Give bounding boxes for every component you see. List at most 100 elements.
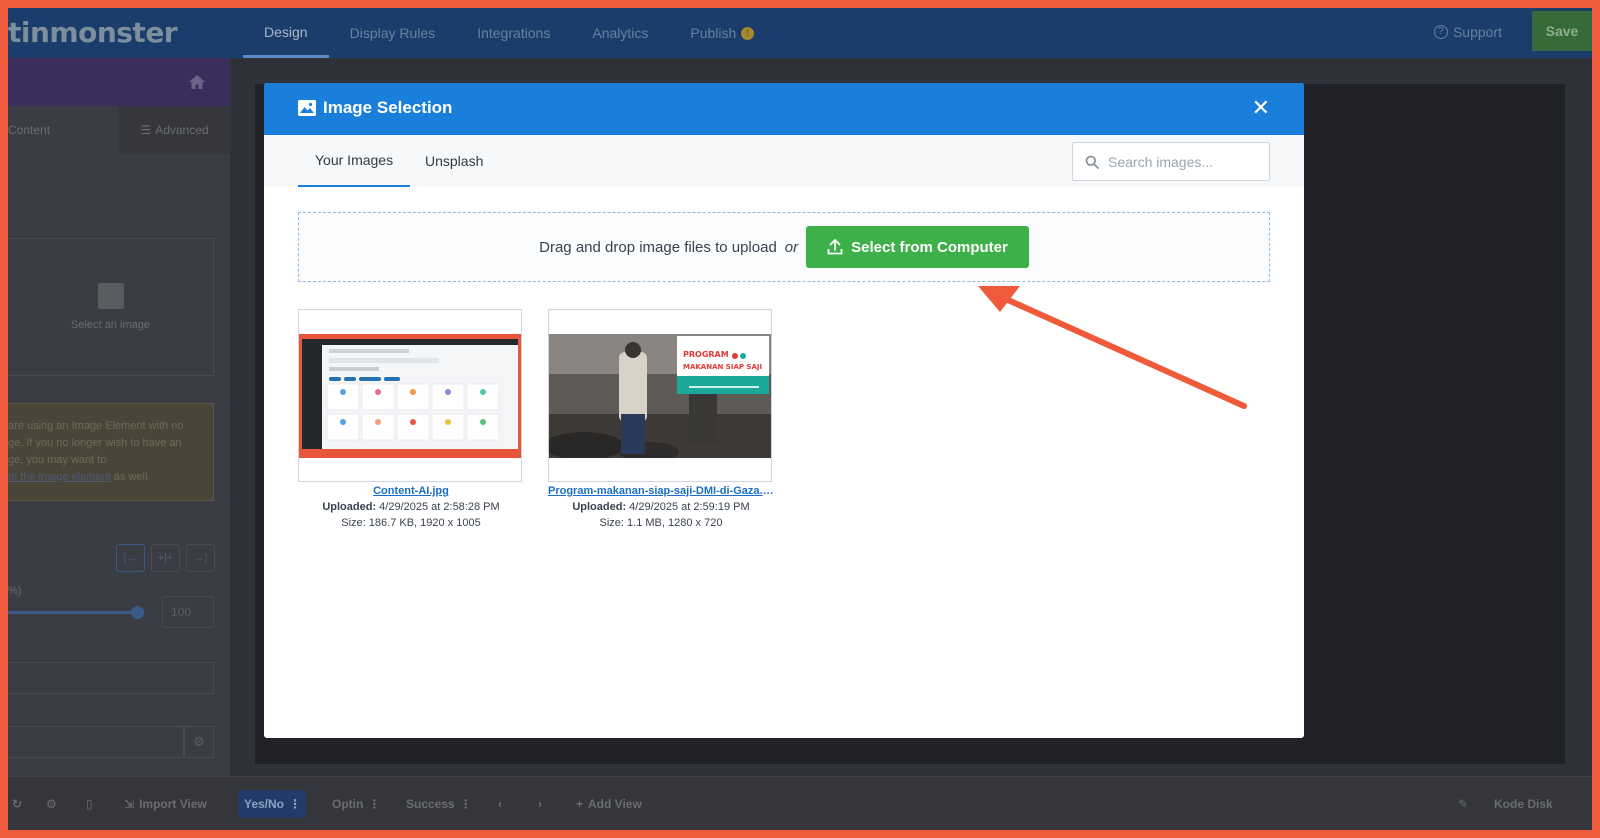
image-selection-modal: Image Selection ✕ Your Images Unsplash D… bbox=[264, 83, 1304, 738]
image-meta: Program-makanan-siap-saji-DMI-di-Gaza.p.… bbox=[548, 483, 774, 531]
thumbnail-preview-program-makanan: PROGRAM MAKANAN SIAP SAJI bbox=[549, 334, 771, 458]
tab-unsplash[interactable]: Unsplash bbox=[408, 135, 500, 187]
uploaded-value: 4/29/2025 at 2:58:28 PM bbox=[379, 501, 500, 513]
image-filename-link[interactable]: Content-AI.jpg bbox=[298, 483, 524, 499]
add-view-button[interactable]: + Add View bbox=[576, 790, 642, 818]
uploaded-value: 4/29/2025 at 2:59:19 PM bbox=[629, 501, 750, 513]
width-percent-label: %) bbox=[8, 585, 22, 597]
tab-display-rules[interactable]: Display Rules bbox=[329, 8, 457, 58]
refresh-icon[interactable]: ↻ bbox=[12, 790, 22, 818]
view-success[interactable]: Success ⋮ bbox=[406, 790, 472, 818]
help-circle-icon: ? bbox=[1433, 25, 1448, 39]
chevron-left-icon[interactable]: ‹ bbox=[498, 790, 502, 818]
banner-text: PROGRAM MAKANAN SIAP SAJI bbox=[683, 349, 763, 373]
sliders-icon: ☰ bbox=[140, 123, 152, 137]
view-label: Success bbox=[406, 797, 455, 811]
chevron-right-icon[interactable]: › bbox=[538, 790, 542, 818]
search-icon bbox=[1085, 155, 1099, 169]
support-label: Support bbox=[1452, 24, 1502, 40]
upload-icon bbox=[827, 239, 843, 255]
tab-your-images[interactable]: Your Images bbox=[298, 135, 411, 187]
tab-analytics[interactable]: Analytics bbox=[571, 8, 669, 58]
sidebar-tab-advanced-label: Advanced bbox=[155, 123, 209, 137]
app-frame: tinmonster Design Display Rules Integrat… bbox=[8, 8, 1592, 830]
dropzone-or: or bbox=[784, 238, 799, 256]
image-filename-link[interactable]: Program-makanan-siap-saji-DMI-di-Gaza.p.… bbox=[548, 483, 774, 499]
search-input[interactable] bbox=[1108, 153, 1258, 170]
tab-integrations[interactable]: Integrations bbox=[456, 8, 571, 58]
text-field[interactable] bbox=[8, 726, 184, 758]
add-view-label: Add View bbox=[588, 797, 642, 811]
sidebar-tab-advanced[interactable]: ☰ Advanced bbox=[119, 106, 230, 154]
image-size: Size: 1.1 MB, 1280 x 720 bbox=[599, 517, 723, 529]
sidebar-header bbox=[8, 58, 230, 106]
settings-gear-icon[interactable]: ⚙ bbox=[46, 790, 57, 818]
more-vertical-icon[interactable]: ⋮ bbox=[460, 797, 472, 811]
notice-line: te the image element as well. bbox=[8, 469, 207, 486]
notice-line: ge. If you no longer wish to have an bbox=[8, 437, 182, 449]
select-from-computer-button[interactable]: Select from Computer bbox=[806, 226, 1029, 268]
editor-sidebar: Content ☰ Advanced Select an image are u… bbox=[8, 58, 238, 776]
align-left-button[interactable]: |← bbox=[116, 544, 145, 572]
uploaded-label: Uploaded: bbox=[322, 501, 377, 513]
modal-tabs: Your Images Unsplash bbox=[264, 135, 1304, 187]
publish-warning-badge: ! bbox=[741, 26, 755, 40]
user-menu[interactable]: Kode Disk bbox=[1494, 790, 1553, 818]
alignment-group: |← +|+ →| bbox=[116, 544, 215, 572]
width-number-input[interactable]: 100 bbox=[162, 596, 214, 628]
view-optin[interactable]: Optin ⋮ bbox=[332, 790, 380, 818]
align-center-button[interactable]: +|+ bbox=[151, 544, 180, 572]
image-search-box bbox=[1072, 142, 1270, 181]
image-meta: Content-AI.jpg Uploaded: 4/29/2025 at 2:… bbox=[298, 483, 524, 531]
plus-icon: + bbox=[576, 797, 584, 811]
upload-date: Uploaded: 4/29/2025 at 2:59:19 PM bbox=[548, 499, 774, 515]
sidebar-tab-content[interactable]: Content bbox=[8, 106, 119, 154]
import-icon: ⇲ bbox=[124, 797, 135, 811]
align-right-button[interactable]: →| bbox=[186, 544, 215, 572]
image-picker-box[interactable]: Select an image bbox=[8, 238, 214, 376]
bottom-bar: ↻ ⚙ ▯ ⇲ Import View Yes/No ⋮ Optin ⋮ Suc… bbox=[8, 776, 1592, 830]
delete-image-link[interactable]: te the image element bbox=[8, 471, 111, 483]
main-nav: Design Display Rules Integrations Analyt… bbox=[243, 8, 775, 58]
upload-date: Uploaded: 4/29/2025 at 2:58:28 PM bbox=[298, 499, 524, 515]
width-slider[interactable] bbox=[8, 606, 144, 619]
image-icon bbox=[298, 100, 316, 116]
notice-line: ge, you may want to bbox=[8, 454, 107, 466]
home-icon[interactable] bbox=[189, 75, 205, 89]
app-logo[interactable]: tinmonster bbox=[8, 16, 178, 49]
gear-icon[interactable]: ⚙ bbox=[184, 726, 214, 758]
image-thumbnail[interactable]: PROGRAM MAKANAN SIAP SAJI bbox=[548, 309, 772, 482]
banner-line: MAKANAN SIAP SAJI bbox=[683, 363, 763, 371]
import-view-button[interactable]: ⇲ Import View bbox=[124, 790, 207, 818]
tab-publish[interactable]: Publish ! bbox=[669, 8, 775, 58]
sidebar-tabs: Content ☰ Advanced bbox=[8, 106, 230, 154]
view-yes-no[interactable]: Yes/No ⋮ bbox=[238, 790, 306, 818]
modal-header: Image Selection ✕ bbox=[264, 83, 1304, 135]
pencil-icon[interactable]: ✎ bbox=[1458, 790, 1468, 818]
more-vertical-icon[interactable]: ⋮ bbox=[368, 797, 380, 811]
more-vertical-icon[interactable]: ⋮ bbox=[289, 797, 301, 811]
notice-tail: as well. bbox=[110, 471, 151, 483]
thumbnail-preview-content-ai bbox=[299, 334, 521, 458]
view-label: Optin bbox=[332, 797, 364, 811]
tab-design[interactable]: Design bbox=[243, 8, 329, 58]
top-bar: tinmonster Design Display Rules Integrat… bbox=[8, 8, 1592, 58]
slider-knob[interactable] bbox=[131, 606, 144, 619]
support-link[interactable]: ? Support bbox=[1433, 24, 1502, 40]
no-image-notice: are using an Image Element with no ge. I… bbox=[8, 403, 214, 501]
mobile-icon[interactable]: ▯ bbox=[86, 790, 93, 818]
image-icon bbox=[97, 283, 124, 309]
close-icon[interactable]: ✕ bbox=[1252, 97, 1270, 119]
tab-publish-label: Publish bbox=[690, 25, 737, 41]
text-field[interactable] bbox=[8, 662, 214, 694]
view-label: Yes/No bbox=[243, 797, 285, 811]
upload-dropzone[interactable]: Drag and drop image files to upload or S… bbox=[298, 212, 1270, 282]
banner-line: PROGRAM bbox=[683, 350, 729, 359]
dropzone-text: Drag and drop image files to upload bbox=[539, 238, 777, 256]
logo-text: tinmonster bbox=[8, 16, 178, 49]
modal-title: Image Selection bbox=[323, 98, 453, 117]
image-thumbnail[interactable] bbox=[298, 309, 522, 482]
uploaded-label: Uploaded: bbox=[572, 501, 627, 513]
upload-button-label: Select from Computer bbox=[851, 238, 1008, 256]
save-button[interactable]: Save bbox=[1532, 11, 1592, 51]
